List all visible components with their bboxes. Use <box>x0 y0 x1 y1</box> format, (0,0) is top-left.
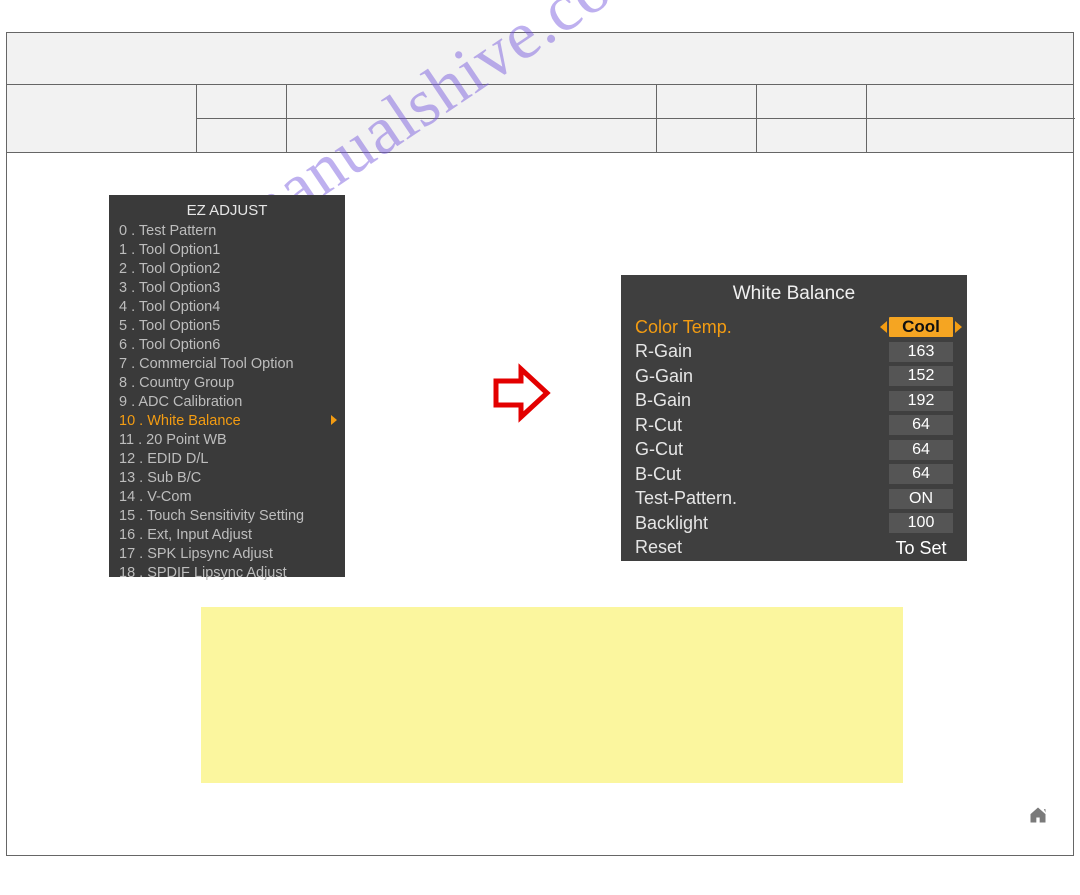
ez-adjust-item[interactable]: 5 . Tool Option5 <box>119 317 335 336</box>
header-area <box>7 33 1073 153</box>
header-cell <box>287 85 657 119</box>
white-balance-row[interactable]: Backlight 100 <box>635 511 953 536</box>
header-cell <box>657 119 757 153</box>
ez-adjust-item[interactable]: 3 . Tool Option3 <box>119 279 335 298</box>
white-balance-value[interactable]: 64 <box>889 464 953 484</box>
white-balance-row[interactable]: B-Cut 64 <box>635 462 953 487</box>
ez-adjust-title: EZ ADJUST <box>119 201 335 220</box>
white-balance-row[interactable]: Test-Pattern. ON <box>635 487 953 512</box>
header-cell <box>7 85 197 153</box>
content-area: manualshive.com EZ ADJUST 0 . Test Patte… <box>7 153 1073 855</box>
chevron-right-icon <box>331 415 337 425</box>
white-balance-value[interactable]: 64 <box>889 415 953 435</box>
white-balance-row[interactable]: G-Gain 152 <box>635 364 953 389</box>
ez-adjust-item[interactable]: 0 . Test Pattern <box>119 222 335 241</box>
home-icon[interactable] <box>1027 805 1049 825</box>
white-balance-label: G-Gain <box>635 366 693 387</box>
white-balance-row[interactable]: G-Cut 64 <box>635 438 953 463</box>
white-balance-row[interactable]: R-Gain 163 <box>635 340 953 365</box>
ez-adjust-item[interactable]: 7 . Commercial Tool Option <box>119 355 335 374</box>
header-cell <box>197 119 287 153</box>
white-balance-row[interactable]: R-Cut 64 <box>635 413 953 438</box>
white-balance-row[interactable]: Reset To Set <box>635 536 953 561</box>
header-cell <box>867 85 1075 119</box>
white-balance-title: White Balance <box>635 283 953 305</box>
header-cell <box>197 85 287 119</box>
white-balance-value[interactable]: 192 <box>889 391 953 411</box>
ez-adjust-item[interactable]: 13 . Sub B/C <box>119 469 335 488</box>
ez-adjust-item[interactable]: 11 . 20 Point WB <box>119 431 335 450</box>
white-balance-value[interactable]: 64 <box>889 440 953 460</box>
header-cell <box>657 85 757 119</box>
ez-adjust-item[interactable]: 8 . Country Group <box>119 374 335 393</box>
ez-adjust-item[interactable]: 1 . Tool Option1 <box>119 241 335 260</box>
header-title-row <box>7 33 1073 85</box>
white-balance-label: Color Temp. <box>635 317 732 338</box>
white-balance-label: B-Cut <box>635 464 681 485</box>
header-cell <box>757 119 867 153</box>
ez-adjust-item[interactable]: 4 . Tool Option4 <box>119 298 335 317</box>
white-balance-value[interactable]: Cool <box>889 317 953 337</box>
header-grid <box>7 85 1073 153</box>
white-balance-label: Test-Pattern. <box>635 488 737 509</box>
header-cell <box>287 119 657 153</box>
white-balance-value[interactable]: To Set <box>889 538 953 558</box>
ez-adjust-item[interactable]: 15 . Touch Sensitivity Setting <box>119 507 335 526</box>
ez-adjust-item[interactable]: 16 . Ext, Input Adjust <box>119 526 335 545</box>
white-balance-menu[interactable]: White Balance Color Temp.CoolR-Gain163G-… <box>621 275 967 561</box>
document-page: manualshive.com EZ ADJUST 0 . Test Patte… <box>6 32 1074 856</box>
white-balance-label: G-Cut <box>635 439 683 460</box>
white-balance-value[interactable]: 163 <box>889 342 953 362</box>
white-balance-row[interactable]: Color Temp. Cool <box>635 315 953 340</box>
white-balance-label: Reset <box>635 537 682 558</box>
white-balance-value[interactable]: ON <box>889 489 953 509</box>
white-balance-label: R-Gain <box>635 341 692 362</box>
white-balance-row[interactable]: B-Gain 192 <box>635 389 953 414</box>
ez-adjust-item[interactable]: 10 . White Balance <box>119 412 335 431</box>
white-balance-label: R-Cut <box>635 415 682 436</box>
header-cell <box>867 119 1075 153</box>
ez-adjust-item[interactable]: 6 . Tool Option6 <box>119 336 335 355</box>
ez-adjust-item[interactable]: 9 . ADC Calibration <box>119 393 335 412</box>
white-balance-value[interactable]: 152 <box>889 366 953 386</box>
header-cell <box>757 85 867 119</box>
ez-adjust-item[interactable]: 2 . Tool Option2 <box>119 260 335 279</box>
ez-adjust-item[interactable]: 17 . SPK Lipsync Adjust <box>119 545 335 564</box>
ez-adjust-item[interactable]: 12 . EDID D/L <box>119 450 335 469</box>
note-box <box>201 607 903 783</box>
white-balance-label: B-Gain <box>635 390 691 411</box>
ez-adjust-item[interactable]: 18 . SPDIF Lipsync Adjust <box>119 564 335 583</box>
white-balance-value[interactable]: 100 <box>889 513 953 533</box>
right-arrow-icon <box>491 363 551 423</box>
ez-adjust-menu[interactable]: EZ ADJUST 0 . Test Pattern1 . Tool Optio… <box>109 195 345 577</box>
white-balance-label: Backlight <box>635 513 708 534</box>
ez-adjust-item[interactable]: 14 . V-Com <box>119 488 335 507</box>
